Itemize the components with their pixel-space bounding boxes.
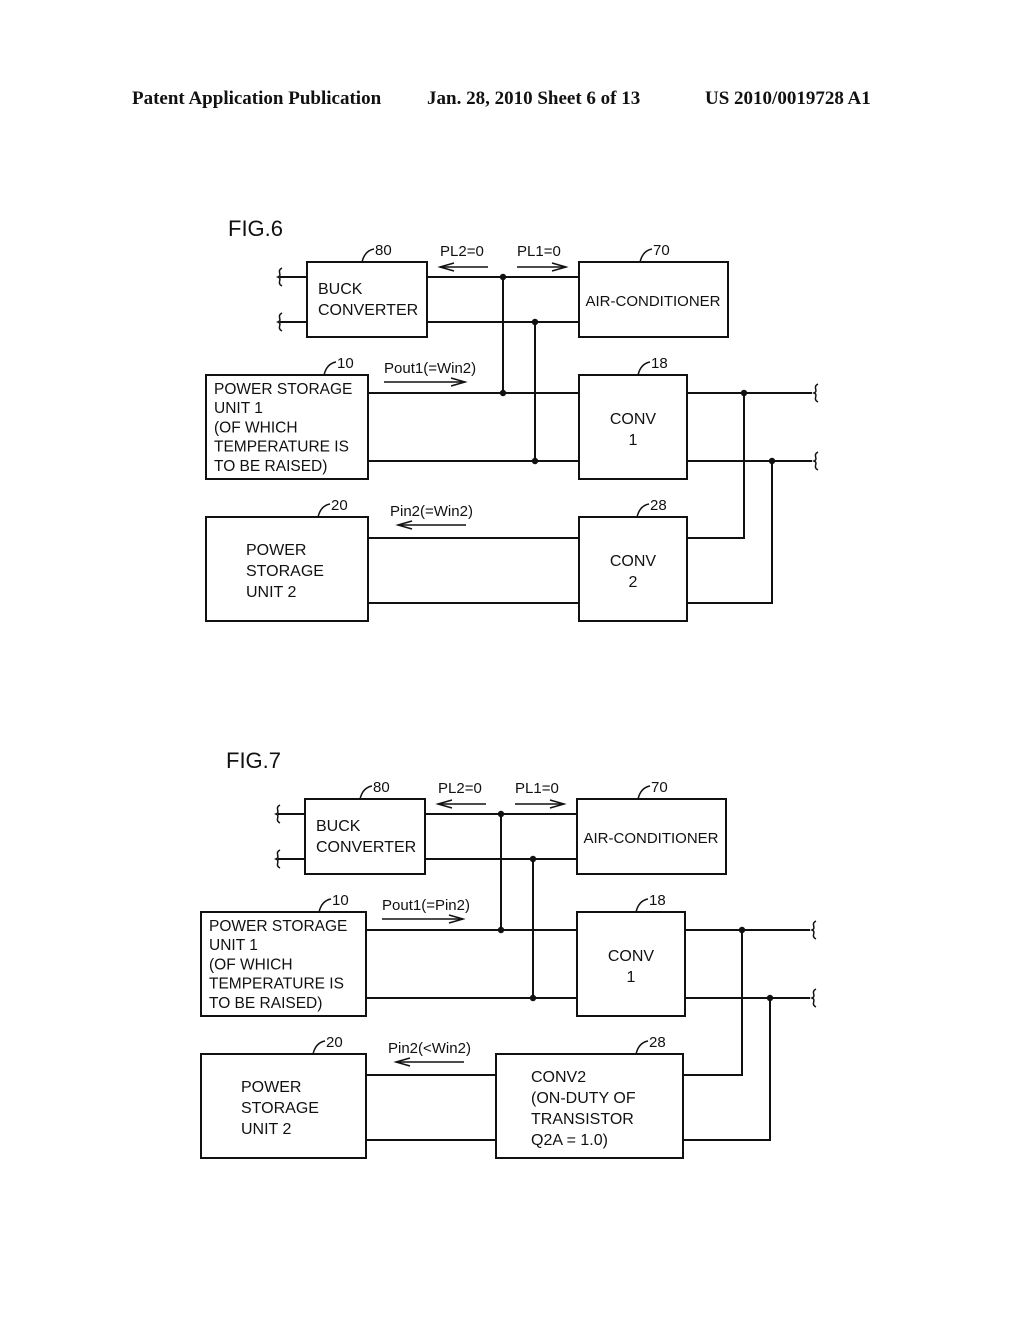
power-storage-unit-2-label-line: UNIT 2: [241, 1121, 291, 1138]
buck-converter-label-line: BUCK: [318, 281, 363, 298]
pout1-label: Pout1(=Win2): [384, 360, 476, 377]
power-storage-unit-2-label-line: STORAGE: [246, 563, 324, 580]
power-storage-unit-1-label-line: TEMPERATURE IS: [214, 439, 349, 456]
conv2-positive-return: [687, 393, 745, 539]
power-storage-unit-1-leader: [323, 361, 337, 376]
power-storage-unit-2-label-line: STORAGE: [241, 1100, 319, 1117]
power-storage-unit-1-ref: 10: [337, 355, 354, 372]
power-storage-unit-1-label-line: TO BE RAISED): [209, 995, 322, 1012]
conv1-leader: [637, 361, 651, 376]
conv2-label-line: Q2A = 1.0): [531, 1132, 608, 1149]
power-storage-unit-1-label-line: POWER STORAGE: [209, 918, 347, 935]
conv2-positive-return: [683, 930, 743, 1076]
pl1-label: PL1=0: [515, 780, 559, 797]
buck-converter-ref: 80: [373, 779, 390, 796]
junction-dot: [529, 855, 537, 863]
conv2-label-line: (ON-DUTY OF: [531, 1090, 636, 1107]
air-conditioner-ref: 70: [653, 242, 670, 259]
conv1-label-line: 1: [629, 432, 638, 449]
power-storage-unit-1-ref: 10: [332, 892, 349, 909]
conv2-ref: 28: [650, 497, 667, 514]
fig6-diagram: 80 BUCK CONVERTER 70 AIR-CONDITIONER PL2=0 PL1…: [205, 242, 819, 622]
air-conditioner-ref: 70: [651, 779, 668, 796]
buck-converter-leader: [359, 785, 373, 800]
wire-break-icon: [809, 988, 817, 1008]
power-storage-unit-2-leader: [312, 1040, 326, 1055]
air-conditioner-leader: [637, 785, 651, 800]
conv1-label-line: CONV: [610, 411, 657, 428]
conv2-label-line: 2: [629, 574, 638, 591]
diagram-canvas: 80 BUCK CONVERTER 70 AIR-CONDITIONER PL2=0 PL1…: [200, 242, 819, 1159]
conv2-negative-return: [687, 461, 773, 604]
conv1-ref: 18: [651, 355, 668, 372]
buck-converter-label-line: CONVERTER: [318, 302, 418, 319]
buck-converter-leader: [361, 248, 375, 263]
air-conditioner-label: AIR-CONDITIONER: [584, 830, 719, 847]
buck-converter-box: [304, 798, 426, 875]
power-storage-unit-1-label-line: (OF WHICH: [209, 956, 293, 973]
power-storage-unit-2-leader: [317, 503, 331, 518]
conv2-negative-return: [683, 998, 771, 1141]
junction-dot: [499, 273, 507, 281]
pin2-label: Pin2(=Win2): [390, 503, 473, 520]
conv2-label-line: CONV2: [531, 1069, 586, 1086]
junction-dot: [497, 810, 505, 818]
pl2-label: PL2=0: [440, 243, 484, 260]
conv1-ref: 18: [649, 892, 666, 909]
pin2-label: Pin2(<Win2): [388, 1040, 471, 1057]
power-storage-unit-2-label-line: POWER: [246, 542, 306, 559]
conv2-label-line: TRANSISTOR: [531, 1111, 634, 1128]
pl1-label: PL1=0: [517, 243, 561, 260]
buck-converter-ref: 80: [375, 242, 392, 259]
air-conditioner-leader: [639, 248, 653, 263]
power-storage-unit-1-label-line: UNIT 1: [209, 937, 258, 954]
conv2-leader: [636, 503, 650, 518]
power-storage-unit-2-ref: 20: [326, 1034, 343, 1051]
conv1-label-line: CONV: [608, 948, 655, 965]
fig7-diagram: 80 BUCK CONVERTER 70 AIR-CONDITIONER PL2=0 PL1…: [200, 779, 817, 1159]
power-storage-unit-1-label-line: (OF WHICH: [214, 419, 298, 436]
power-storage-unit-1-label-line: TEMPERATURE IS: [209, 976, 344, 993]
power-storage-unit-1-leader: [318, 898, 332, 913]
air-conditioner-label: AIR-CONDITIONER: [586, 293, 721, 310]
conv2-ref: 28: [649, 1034, 666, 1051]
wire-break-icon: [809, 920, 817, 940]
power-storage-unit-2-ref: 20: [331, 497, 348, 514]
power-storage-unit-2-label-line: UNIT 2: [246, 584, 296, 601]
conv2-label-line: CONV: [610, 553, 657, 570]
pl2-label: PL2=0: [438, 780, 482, 797]
conv1-label-line: 1: [627, 969, 636, 986]
conv2-leader: [635, 1040, 649, 1055]
power-storage-unit-1-label-line: POWER STORAGE: [214, 381, 352, 398]
junction-dot: [531, 318, 539, 326]
buck-converter-box: [306, 261, 428, 338]
pout1-label: Pout1(=Pin2): [382, 897, 470, 914]
wire-break-icon: [811, 451, 819, 471]
wire-break-icon: [811, 383, 819, 403]
conv1-leader: [635, 898, 649, 913]
power-storage-unit-2-label-line: POWER: [241, 1079, 301, 1096]
buck-converter-label-line: CONVERTER: [316, 839, 416, 856]
power-storage-unit-1-label-line: UNIT 1: [214, 400, 263, 417]
buck-converter-label-line: BUCK: [316, 818, 361, 835]
power-storage-unit-1-label-line: TO BE RAISED): [214, 458, 327, 475]
